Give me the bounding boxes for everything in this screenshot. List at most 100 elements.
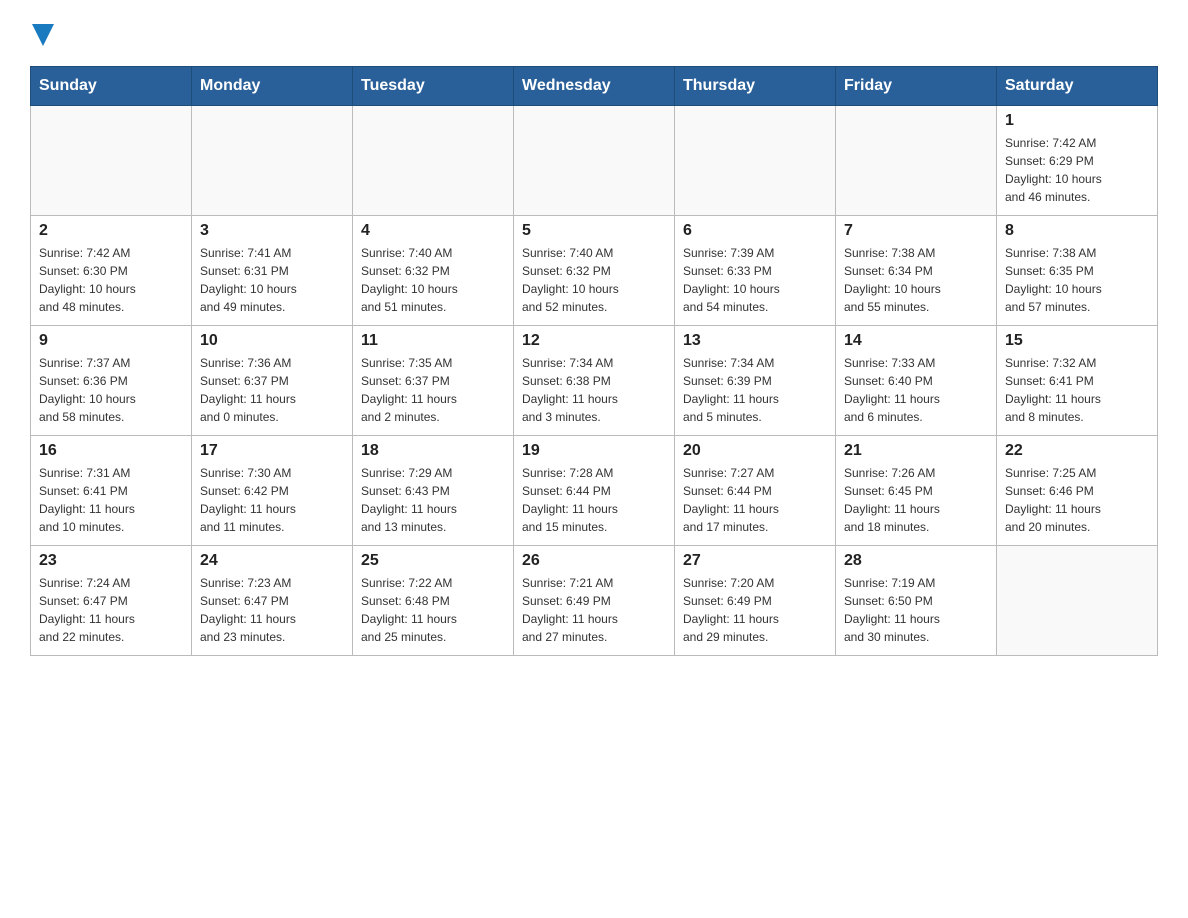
- page-header: [30, 20, 1158, 46]
- day-info: Sunrise: 7:42 AM Sunset: 6:30 PM Dayligh…: [39, 244, 183, 316]
- day-number: 15: [1005, 332, 1149, 350]
- calendar-cell: 3 Sunrise: 7:41 AM Sunset: 6:31 PM Daylig…: [192, 216, 353, 326]
- day-info: Sunrise: 7:33 AM Sunset: 6:40 PM Dayligh…: [844, 354, 988, 426]
- logo-triangle-icon: [32, 24, 54, 46]
- day-number: 9: [39, 332, 183, 350]
- calendar-cell: 24 Sunrise: 7:23 AM Sunset: 6:47 PM Dayli…: [192, 546, 353, 656]
- calendar-cell: 9 Sunrise: 7:37 AM Sunset: 6:36 PM Daylig…: [31, 326, 192, 436]
- calendar-cell: [31, 106, 192, 216]
- weekday-header-wednesday: Wednesday: [514, 67, 675, 106]
- day-number: 21: [844, 442, 988, 460]
- calendar-cell: 16 Sunrise: 7:31 AM Sunset: 6:41 PM Dayli…: [31, 436, 192, 546]
- day-info: Sunrise: 7:19 AM Sunset: 6:50 PM Dayligh…: [844, 574, 988, 646]
- day-number: 24: [200, 552, 344, 570]
- day-number: 14: [844, 332, 988, 350]
- day-number: 4: [361, 222, 505, 240]
- day-info: Sunrise: 7:42 AM Sunset: 6:29 PM Dayligh…: [1005, 134, 1149, 206]
- day-info: Sunrise: 7:23 AM Sunset: 6:47 PM Dayligh…: [200, 574, 344, 646]
- calendar-cell: 18 Sunrise: 7:29 AM Sunset: 6:43 PM Dayli…: [353, 436, 514, 546]
- day-info: Sunrise: 7:30 AM Sunset: 6:42 PM Dayligh…: [200, 464, 344, 536]
- calendar-cell: 8 Sunrise: 7:38 AM Sunset: 6:35 PM Daylig…: [997, 216, 1158, 326]
- calendar-cell: [514, 106, 675, 216]
- day-number: 17: [200, 442, 344, 460]
- day-number: 20: [683, 442, 827, 460]
- weekday-header-friday: Friday: [836, 67, 997, 106]
- calendar-cell: 12 Sunrise: 7:34 AM Sunset: 6:38 PM Dayli…: [514, 326, 675, 436]
- day-number: 18: [361, 442, 505, 460]
- day-info: Sunrise: 7:35 AM Sunset: 6:37 PM Dayligh…: [361, 354, 505, 426]
- weekday-header-tuesday: Tuesday: [353, 67, 514, 106]
- weekday-header-sunday: Sunday: [31, 67, 192, 106]
- day-number: 2: [39, 222, 183, 240]
- day-info: Sunrise: 7:40 AM Sunset: 6:32 PM Dayligh…: [361, 244, 505, 316]
- calendar-week-row: 23 Sunrise: 7:24 AM Sunset: 6:47 PM Dayli…: [31, 546, 1158, 656]
- calendar-cell: 11 Sunrise: 7:35 AM Sunset: 6:37 PM Dayli…: [353, 326, 514, 436]
- calendar-table: SundayMondayTuesdayWednesdayThursdayFrid…: [30, 66, 1158, 656]
- calendar-cell: 23 Sunrise: 7:24 AM Sunset: 6:47 PM Dayli…: [31, 546, 192, 656]
- calendar-cell: 27Sunrise: 7:20 AM Sunset: 6:49 PM Dayli…: [675, 546, 836, 656]
- day-info: Sunrise: 7:26 AM Sunset: 6:45 PM Dayligh…: [844, 464, 988, 536]
- calendar-cell: 25 Sunrise: 7:22 AM Sunset: 6:48 PM Dayli…: [353, 546, 514, 656]
- calendar-cell: 14 Sunrise: 7:33 AM Sunset: 6:40 PM Dayli…: [836, 326, 997, 436]
- calendar-cell: 13 Sunrise: 7:34 AM Sunset: 6:39 PM Dayli…: [675, 326, 836, 436]
- calendar-cell: 6 Sunrise: 7:39 AM Sunset: 6:33 PM Daylig…: [675, 216, 836, 326]
- day-info: Sunrise: 7:34 AM Sunset: 6:39 PM Dayligh…: [683, 354, 827, 426]
- calendar-cell: 15 Sunrise: 7:32 AM Sunset: 6:41 PM Dayli…: [997, 326, 1158, 436]
- calendar-cell: 17 Sunrise: 7:30 AM Sunset: 6:42 PM Dayli…: [192, 436, 353, 546]
- day-info: Sunrise: 7:39 AM Sunset: 6:33 PM Dayligh…: [683, 244, 827, 316]
- day-info: Sunrise: 7:22 AM Sunset: 6:48 PM Dayligh…: [361, 574, 505, 646]
- calendar-cell: 1Sunrise: 7:42 AM Sunset: 6:29 PM Daylig…: [997, 106, 1158, 216]
- day-number: 11: [361, 332, 505, 350]
- calendar-cell: [675, 106, 836, 216]
- calendar-cell: [836, 106, 997, 216]
- day-number: 27: [683, 552, 827, 570]
- day-info: Sunrise: 7:37 AM Sunset: 6:36 PM Dayligh…: [39, 354, 183, 426]
- day-number: 6: [683, 222, 827, 240]
- calendar-cell: 2 Sunrise: 7:42 AM Sunset: 6:30 PM Daylig…: [31, 216, 192, 326]
- calendar-week-row: 2 Sunrise: 7:42 AM Sunset: 6:30 PM Daylig…: [31, 216, 1158, 326]
- day-number: 26: [522, 552, 666, 570]
- weekday-header-thursday: Thursday: [675, 67, 836, 106]
- day-info: Sunrise: 7:24 AM Sunset: 6:47 PM Dayligh…: [39, 574, 183, 646]
- day-info: Sunrise: 7:38 AM Sunset: 6:34 PM Dayligh…: [844, 244, 988, 316]
- logo: [30, 20, 54, 46]
- calendar-cell: 4 Sunrise: 7:40 AM Sunset: 6:32 PM Daylig…: [353, 216, 514, 326]
- day-info: Sunrise: 7:28 AM Sunset: 6:44 PM Dayligh…: [522, 464, 666, 536]
- day-number: 8: [1005, 222, 1149, 240]
- day-number: 5: [522, 222, 666, 240]
- day-number: 13: [683, 332, 827, 350]
- calendar-cell: 19 Sunrise: 7:28 AM Sunset: 6:44 PM Dayli…: [514, 436, 675, 546]
- calendar-cell: 7 Sunrise: 7:38 AM Sunset: 6:34 PM Daylig…: [836, 216, 997, 326]
- calendar-cell: 21 Sunrise: 7:26 AM Sunset: 6:45 PM Dayli…: [836, 436, 997, 546]
- day-number: 23: [39, 552, 183, 570]
- calendar-cell: [192, 106, 353, 216]
- day-info: Sunrise: 7:34 AM Sunset: 6:38 PM Dayligh…: [522, 354, 666, 426]
- day-number: 19: [522, 442, 666, 460]
- day-info: Sunrise: 7:40 AM Sunset: 6:32 PM Dayligh…: [522, 244, 666, 316]
- weekday-header-saturday: Saturday: [997, 67, 1158, 106]
- day-number: 25: [361, 552, 505, 570]
- weekday-header-monday: Monday: [192, 67, 353, 106]
- day-info: Sunrise: 7:32 AM Sunset: 6:41 PM Dayligh…: [1005, 354, 1149, 426]
- day-info: Sunrise: 7:25 AM Sunset: 6:46 PM Dayligh…: [1005, 464, 1149, 536]
- weekday-header-row: SundayMondayTuesdayWednesdayThursdayFrid…: [31, 67, 1158, 106]
- day-number: 22: [1005, 442, 1149, 460]
- day-info: Sunrise: 7:38 AM Sunset: 6:35 PM Dayligh…: [1005, 244, 1149, 316]
- calendar-week-row: 9 Sunrise: 7:37 AM Sunset: 6:36 PM Daylig…: [31, 326, 1158, 436]
- day-info: Sunrise: 7:21 AM Sunset: 6:49 PM Dayligh…: [522, 574, 666, 646]
- day-number: 10: [200, 332, 344, 350]
- day-number: 12: [522, 332, 666, 350]
- calendar-cell: [353, 106, 514, 216]
- day-info: Sunrise: 7:41 AM Sunset: 6:31 PM Dayligh…: [200, 244, 344, 316]
- day-info: Sunrise: 7:31 AM Sunset: 6:41 PM Dayligh…: [39, 464, 183, 536]
- calendar-cell: 5 Sunrise: 7:40 AM Sunset: 6:32 PM Daylig…: [514, 216, 675, 326]
- calendar-week-row: 1Sunrise: 7:42 AM Sunset: 6:29 PM Daylig…: [31, 106, 1158, 216]
- day-number: 3: [200, 222, 344, 240]
- calendar-cell: 28 Sunrise: 7:19 AM Sunset: 6:50 PM Dayli…: [836, 546, 997, 656]
- day-number: 16: [39, 442, 183, 460]
- calendar-week-row: 16 Sunrise: 7:31 AM Sunset: 6:41 PM Dayli…: [31, 436, 1158, 546]
- calendar-cell: 20Sunrise: 7:27 AM Sunset: 6:44 PM Dayli…: [675, 436, 836, 546]
- day-number: 28: [844, 552, 988, 570]
- day-number: 7: [844, 222, 988, 240]
- day-info: Sunrise: 7:29 AM Sunset: 6:43 PM Dayligh…: [361, 464, 505, 536]
